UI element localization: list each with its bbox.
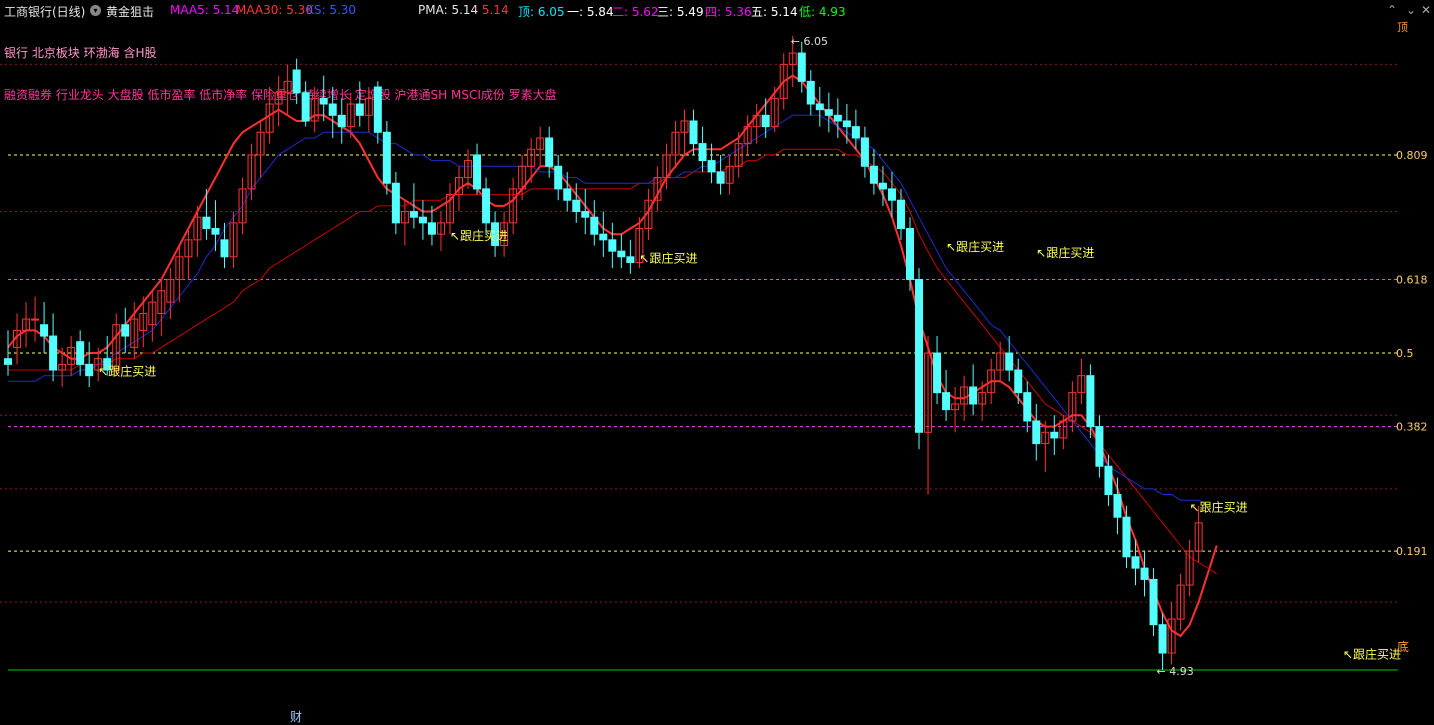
- candle-body: [842, 120, 851, 128]
- buy-signal-annotation: ↖跟庄买进: [98, 364, 156, 379]
- candle-body: [355, 103, 364, 116]
- candle-body: [31, 318, 40, 321]
- fib-level-label: 0.382: [1396, 421, 1428, 434]
- fib-level-label: 0.5: [1396, 347, 1414, 360]
- candle-body: [554, 165, 563, 190]
- candle-body: [202, 216, 211, 230]
- candle-body: [1005, 352, 1014, 371]
- candle-body: [1113, 494, 1122, 518]
- candle-body: [797, 52, 806, 82]
- candle-body: [1131, 556, 1140, 569]
- candle-body: [869, 165, 878, 184]
- candle-body: [626, 256, 635, 263]
- series-line-ks: [8, 114, 1208, 507]
- fib-level-label: 0.809: [1396, 149, 1428, 162]
- bottom-marker: 底: [1397, 640, 1410, 654]
- candle-body: [707, 160, 716, 173]
- candle-body: [382, 131, 391, 184]
- candle-body: [887, 188, 896, 201]
- candle-body: [211, 228, 220, 235]
- candle-body: [572, 199, 581, 213]
- candle-body: [969, 386, 978, 405]
- candle-body: [1014, 369, 1023, 394]
- buy-signal-annotation: ↖跟庄买进: [946, 239, 1004, 254]
- candle-body: [482, 188, 491, 224]
- candle-body: [1050, 431, 1059, 439]
- candle-body: [1104, 465, 1113, 496]
- buy-signal-annotation: ↖跟庄买进: [450, 228, 508, 243]
- candle-body: [1140, 567, 1149, 580]
- candle-body: [319, 97, 328, 105]
- financial-marker[interactable]: 财: [290, 708, 302, 725]
- candle-body: [40, 324, 49, 337]
- candle-body: [824, 109, 833, 116]
- buy-signal-annotation: ↖跟庄买进: [1036, 245, 1094, 260]
- candle-body: [545, 137, 554, 167]
- candle-body: [942, 392, 951, 411]
- candle-body: [815, 103, 824, 111]
- candle-body: [220, 239, 229, 258]
- candle-body: [1158, 624, 1167, 654]
- candle-body: [933, 352, 942, 394]
- candle-body: [85, 363, 94, 377]
- buy-signal-annotation: ↖跟庄买进: [1343, 647, 1401, 662]
- candle-body: [1023, 392, 1032, 422]
- candle-body: [581, 211, 590, 218]
- candle-body: [698, 143, 707, 162]
- candle-body: [590, 216, 599, 235]
- candle-body: [373, 86, 382, 133]
- candle-body: [76, 341, 85, 365]
- candle-body: [761, 114, 770, 128]
- series-line-maa5: [7, 74, 1218, 638]
- buy-signal-annotation: ↖跟庄买进: [639, 250, 697, 265]
- fib-level-label: 0.191: [1396, 545, 1428, 558]
- candle-body: [689, 120, 698, 145]
- candle-body: [49, 335, 58, 371]
- candle-body: [906, 228, 914, 280]
- candle-body: [409, 211, 418, 218]
- low-price-label: ← 4.93: [1157, 665, 1194, 678]
- candle-body: [915, 278, 924, 433]
- candle-body: [806, 80, 815, 105]
- candle-body: [851, 126, 860, 139]
- candle-body: [878, 182, 887, 190]
- candle-body: [716, 171, 725, 184]
- candle-body: [121, 324, 130, 337]
- candle-body: [328, 103, 337, 116]
- candle-body: [896, 199, 905, 230]
- candle-body: [599, 233, 608, 241]
- candle-body: [833, 114, 842, 122]
- high-price-label: ← 6.05: [791, 35, 828, 48]
- buy-signal-annotation: ↖跟庄买进: [1190, 500, 1248, 515]
- candlestick-chart: 0.809 0.618 0.5 0.382 0.191 ← 6.05 ← 4.93 ↖跟庄买进…: [0, 35, 1428, 678]
- candle-body: [617, 250, 626, 258]
- candle-body: [4, 358, 12, 365]
- candle-body: [1149, 578, 1158, 626]
- candle-body: [391, 182, 400, 224]
- candle-body: [473, 154, 482, 190]
- series-line-maa30: [8, 148, 1217, 575]
- candle-body: [427, 222, 436, 235]
- candle-body: [337, 114, 346, 128]
- candle-body: [608, 239, 617, 252]
- candle-body: [1032, 420, 1041, 445]
- candle-body: [1122, 516, 1131, 558]
- candle-body: [292, 69, 301, 94]
- candle-body: [1095, 426, 1104, 467]
- candle-body: [301, 92, 310, 122]
- candle-body: [1086, 375, 1095, 428]
- candle-body: [418, 216, 427, 224]
- candle-body: [563, 188, 572, 201]
- candle-body: [860, 137, 869, 167]
- fib-level-label: 0.618: [1396, 273, 1428, 286]
